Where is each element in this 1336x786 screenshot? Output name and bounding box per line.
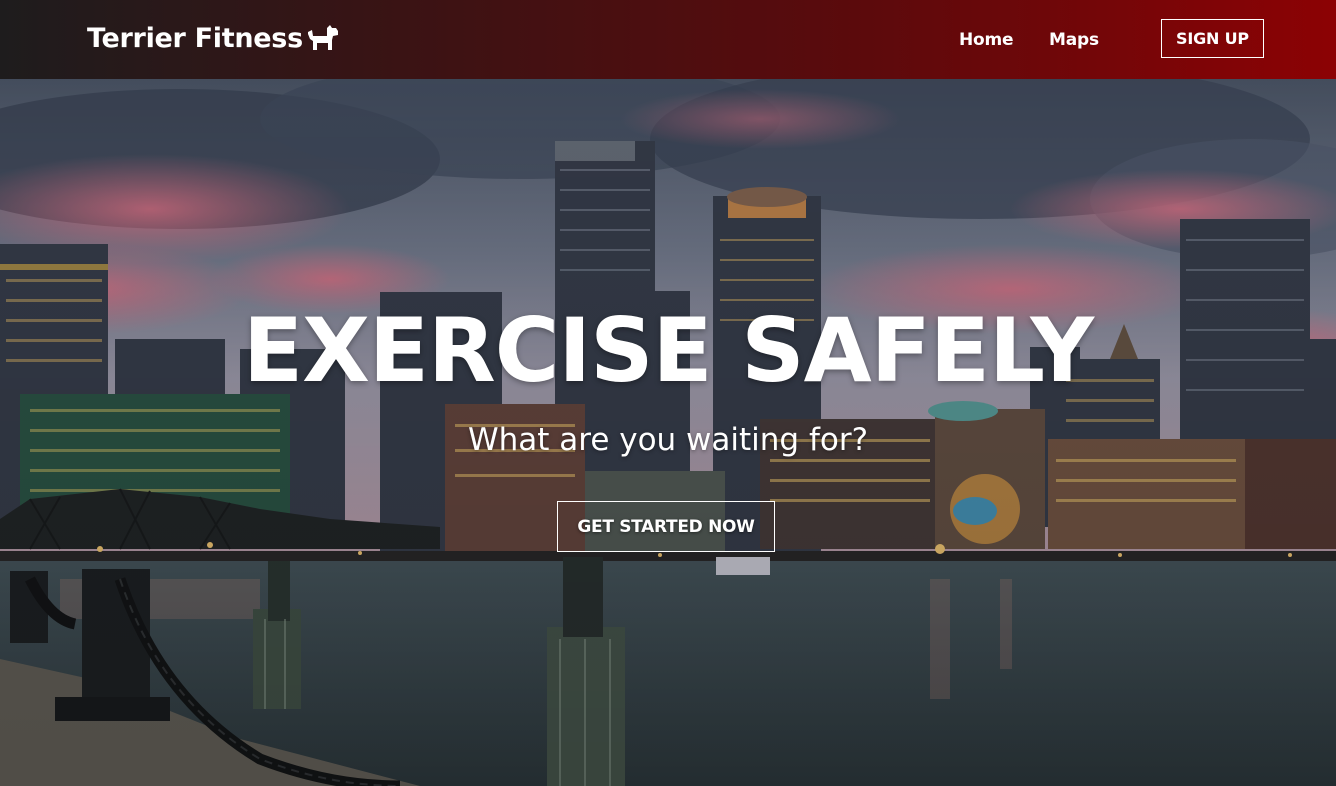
signup-button[interactable]: SIGN UP: [1161, 19, 1264, 58]
dog-icon: [307, 25, 338, 50]
get-started-button[interactable]: GET STARTED NOW: [557, 501, 775, 552]
nav-maps-link[interactable]: Maps: [1049, 30, 1099, 50]
brand-name: Terrier Fitness: [87, 23, 303, 54]
hero-subtitle: What are you waiting for?: [467, 422, 869, 458]
hero-title: EXERCISE SAFELY: [242, 299, 1094, 402]
nav-home-link[interactable]: Home: [959, 30, 1014, 50]
navbar: Terrier Fitness Home Maps SIGN UP: [0, 0, 1336, 79]
brand-logo[interactable]: Terrier Fitness: [87, 23, 341, 54]
hero-section: EXERCISE SAFELY What are you waiting for…: [0, 79, 1336, 786]
